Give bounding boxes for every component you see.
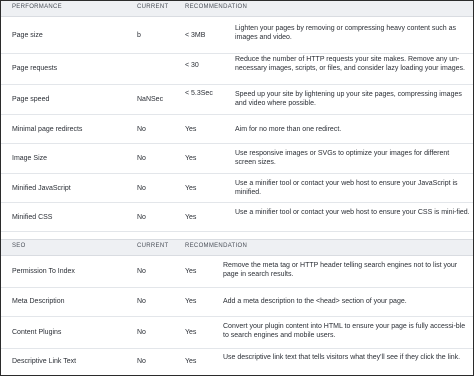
recommendation-text: Speed up your site by lightening up your… xyxy=(235,91,462,107)
recommendation-text: Aim for no more than one redirect. xyxy=(235,126,342,133)
metric-name: Minimal page redirects xyxy=(12,126,83,133)
recommendation-text: Reduce the number of HTTP requests your … xyxy=(235,56,465,72)
metric-name: Descriptive Link Text xyxy=(12,358,77,365)
current-value: No xyxy=(137,358,146,365)
seo-title: SEO xyxy=(12,243,26,249)
table-row-permission-to-index: Permission To Index No Yes Remove the me… xyxy=(1,256,473,288)
table-row-descriptive-link-text: Descriptive Link Text No Yes Use descrip… xyxy=(1,349,473,375)
current-value: b xyxy=(137,32,141,39)
recommendation-text: Use a minifier tool or contact your web … xyxy=(235,180,458,196)
current-value: No xyxy=(137,185,146,192)
target-value: < 30 xyxy=(185,62,199,69)
current-column-header: CURRENT xyxy=(137,243,169,249)
current-value: NaNSec xyxy=(137,96,164,103)
target-value: Yes xyxy=(185,268,197,275)
performance-title: PERFORMANCE xyxy=(12,4,62,10)
table-row-page-speed: Page speed NaNSec < 5.3Sec Speed up your… xyxy=(1,85,473,115)
metric-name: Image Size xyxy=(12,155,48,162)
recommendation-text: Use responsive images or SVGs to optimiz… xyxy=(235,150,450,166)
table-row-page-size: Page size b < 3MB Lighten your pages by … xyxy=(1,17,473,54)
recommendation-column-header: RECOMMENDATION xyxy=(185,243,248,249)
target-value: Yes xyxy=(185,358,197,365)
target-value: Yes xyxy=(185,185,197,192)
table-row-minified-javascript: Minified JavaScript No Yes Use a minifie… xyxy=(1,174,473,203)
recommendation-text: Add a meta description to the <head> sec… xyxy=(223,298,407,305)
recommendation-column-header: RECOMMENDATION xyxy=(185,4,248,10)
current-value: No xyxy=(137,214,146,221)
report-table: PERFORMANCE CURRENT RECOMMENDATION Page … xyxy=(0,0,474,376)
table-row-minified-css: Minified CSS No Yes Use a minifier tool … xyxy=(1,203,473,232)
current-column-header: CURRENT xyxy=(137,4,169,10)
metric-name: Minified CSS xyxy=(12,214,53,221)
target-value: Yes xyxy=(185,126,197,133)
table-row-content-plugins: Content Plugins No Yes Convert your plug… xyxy=(1,317,473,349)
recommendation-text: Use a minifier tool or contact your web … xyxy=(235,209,470,216)
target-value: Yes xyxy=(185,155,197,162)
metric-name: Page speed xyxy=(12,96,50,103)
table-row-meta-description: Meta Description No Yes Add a meta descr… xyxy=(1,288,473,317)
metric-name: Meta Description xyxy=(12,298,65,305)
target-value: Yes xyxy=(185,329,197,336)
table-row-page-requests: Page requests < 30 Reduce the number of … xyxy=(1,54,473,85)
recommendation-text: Convert your plugin content into HTML to… xyxy=(223,323,466,339)
current-value: No xyxy=(137,268,146,275)
recommendation-text: Use descriptive link text that tells vis… xyxy=(223,354,461,361)
target-value: < 5.3Sec xyxy=(185,90,213,97)
table-row-minimal-page-redirects: Minimal page redirects No Yes Aim for no… xyxy=(1,115,473,144)
metric-name: Page size xyxy=(12,32,43,39)
seo-header: SEO CURRENT RECOMMENDATION xyxy=(1,239,473,256)
metric-name: Page requests xyxy=(12,65,58,72)
recommendation-text: Lighten your pages by removing or compre… xyxy=(235,25,457,41)
current-value: No xyxy=(137,155,146,162)
current-value: No xyxy=(137,329,146,336)
target-value: < 3MB xyxy=(185,32,206,39)
metric-name: Content Plugins xyxy=(12,329,62,336)
metric-name: Minified JavaScript xyxy=(12,185,71,192)
table-row-image-size: Image Size No Yes Use responsive images … xyxy=(1,144,473,174)
target-value: Yes xyxy=(185,214,197,221)
metric-name: Permission To Index xyxy=(12,268,75,275)
current-value: No xyxy=(137,126,146,133)
current-value: No xyxy=(137,298,146,305)
target-value: Yes xyxy=(185,298,197,305)
recommendation-text: Remove the meta tag or HTTP header telli… xyxy=(223,262,458,278)
performance-header: PERFORMANCE CURRENT RECOMMENDATION xyxy=(1,1,473,17)
